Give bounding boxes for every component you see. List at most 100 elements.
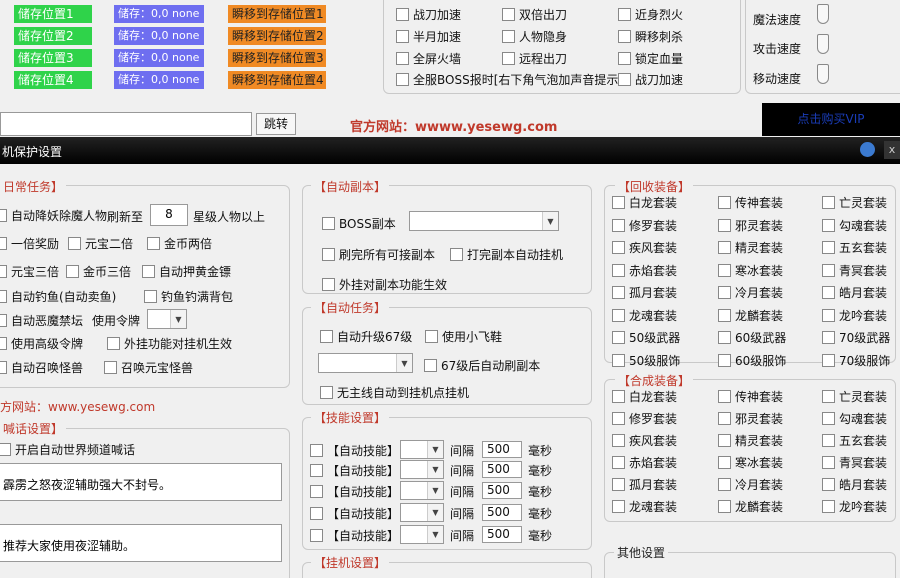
checkbox[interactable]: [502, 8, 515, 21]
yuanbao-double[interactable]: 元宝二倍: [68, 235, 133, 252]
checkbox[interactable]: [718, 308, 731, 322]
checkbox[interactable]: [612, 196, 625, 209]
checkbox[interactable]: [320, 386, 333, 399]
checkbox[interactable]: [718, 412, 731, 425]
equipment-option[interactable]: 龙魂套装: [612, 498, 677, 515]
checkbox[interactable]: [424, 359, 437, 372]
checkbox[interactable]: [822, 390, 835, 403]
equipment-option[interactable]: 邪灵套装: [718, 410, 783, 427]
website-link[interactable]: 方网站：www.yesewg.com: [0, 398, 155, 415]
equipment-option[interactable]: 龙吟套装: [822, 307, 887, 324]
checkbox[interactable]: [612, 241, 625, 254]
option-5[interactable]: 人物隐身: [502, 28, 567, 45]
teleport-button-1[interactable]: 瞬移到存储位置1: [228, 5, 326, 23]
checkbox[interactable]: [68, 237, 81, 250]
shout-message-1[interactable]: 霹雳之怒夜涩辅助强大不封号。: [0, 463, 282, 501]
auto-evil-altar[interactable]: 自动恶魔禁坛: [0, 312, 83, 329]
checkbox[interactable]: [718, 218, 731, 232]
equipment-option[interactable]: 五玄套装: [822, 239, 887, 256]
jump-input[interactable]: [0, 112, 252, 136]
checkbox[interactable]: [0, 314, 7, 327]
option-10[interactable]: 全服BOSS报时[右下角气泡加声音提示]: [396, 71, 623, 88]
equipment-option[interactable]: 70级服饰: [822, 352, 890, 369]
auto-world-shout[interactable]: 开启自动世界频道喊话: [0, 441, 135, 458]
checkbox[interactable]: [310, 507, 323, 520]
equipment-option[interactable]: 龙吟套装: [822, 498, 887, 515]
equipment-option[interactable]: 皓月套装: [822, 476, 887, 493]
equipment-option[interactable]: 冷月套装: [718, 476, 783, 493]
checkbox[interactable]: [618, 30, 631, 43]
checkbox[interactable]: [0, 443, 11, 456]
checkbox[interactable]: [396, 52, 409, 65]
minimize-icon[interactable]: [860, 142, 875, 157]
checkbox[interactable]: [0, 361, 7, 374]
after-67-dungeon[interactable]: 67级后自动刷副本: [424, 357, 540, 374]
equipment-option[interactable]: 疾风套装: [612, 239, 677, 256]
checkbox[interactable]: [322, 217, 335, 230]
checkbox[interactable]: [718, 500, 731, 513]
gold-double[interactable]: 金币两倍: [147, 235, 212, 252]
equipment-option[interactable]: 龙魂套装: [612, 307, 677, 324]
checkbox[interactable]: [822, 331, 835, 344]
teleport-button-2[interactable]: 瞬移到存储位置2: [228, 27, 326, 45]
checkbox[interactable]: [822, 218, 835, 232]
equipment-option[interactable]: 精灵套装: [718, 432, 783, 449]
equipment-option[interactable]: 青冥套装: [822, 262, 887, 279]
dungeon-offline-effect[interactable]: 外挂对副本功能生效: [322, 276, 447, 293]
move-speed-slider[interactable]: [817, 64, 829, 84]
option-4[interactable]: 半月加速: [396, 28, 461, 45]
checkbox[interactable]: [718, 331, 731, 344]
interval-input[interactable]: 500: [482, 504, 522, 521]
checkbox[interactable]: [822, 456, 835, 469]
checkbox[interactable]: [718, 456, 731, 469]
checkbox[interactable]: [822, 412, 835, 425]
checkbox[interactable]: [66, 265, 79, 278]
checkbox[interactable]: [0, 265, 7, 278]
checkbox[interactable]: [718, 434, 731, 447]
equipment-option[interactable]: 冷月套装: [718, 284, 783, 301]
checkbox[interactable]: [822, 196, 835, 209]
checkbox[interactable]: [822, 286, 835, 299]
checkbox[interactable]: [310, 444, 323, 457]
equipment-option[interactable]: 勾魂套装: [822, 217, 887, 234]
checkbox[interactable]: [320, 330, 333, 343]
checkbox[interactable]: [142, 265, 155, 278]
checkbox[interactable]: [718, 196, 731, 209]
option-6[interactable]: 瞬移刺杀: [618, 28, 683, 45]
checkbox[interactable]: [104, 361, 117, 374]
equipment-option[interactable]: 60级武器: [718, 329, 786, 346]
interval-input[interactable]: 500: [482, 526, 522, 543]
equipment-option[interactable]: 传神套装: [718, 194, 783, 211]
auto-hang-after-dungeon[interactable]: 打完副本自动挂机: [450, 246, 563, 263]
option-9[interactable]: 锁定血量: [618, 50, 683, 67]
interval-input[interactable]: 500: [482, 461, 522, 478]
checkbox[interactable]: [612, 500, 625, 513]
interval-input[interactable]: 500: [482, 441, 522, 458]
checkbox[interactable]: [718, 478, 731, 491]
boss-dungeon[interactable]: BOSS副本: [322, 215, 396, 232]
equipment-option[interactable]: 龙麟套装: [718, 307, 783, 324]
checkbox[interactable]: [822, 434, 835, 447]
equipment-option[interactable]: 邪灵套装: [718, 217, 783, 234]
use-high-token[interactable]: 使用高级令牌: [0, 335, 83, 352]
checkbox[interactable]: [612, 331, 625, 344]
equipment-option[interactable]: 传神套装: [718, 388, 783, 405]
equipment-option[interactable]: 修罗套装: [612, 217, 677, 234]
checkbox[interactable]: [718, 263, 731, 277]
attack-speed-slider[interactable]: [817, 34, 829, 54]
checkbox[interactable]: [618, 8, 631, 21]
checkbox[interactable]: [822, 308, 835, 322]
close-icon[interactable]: x: [884, 141, 900, 159]
equipment-option[interactable]: 疾风套装: [612, 432, 677, 449]
checkbox[interactable]: [822, 353, 835, 367]
magic-speed-slider[interactable]: [817, 4, 829, 24]
checkbox[interactable]: [612, 434, 625, 447]
double-reward[interactable]: 一倍奖励: [0, 235, 59, 252]
no-main-hang[interactable]: 无主线自动到挂机点挂机: [320, 384, 469, 401]
equipment-option[interactable]: 赤焰套装: [612, 454, 677, 471]
checkbox[interactable]: [396, 8, 409, 21]
checkbox[interactable]: [0, 209, 7, 222]
auto-kill-demons[interactable]: 自动降妖除魔人物: [0, 207, 107, 224]
checkbox[interactable]: [822, 500, 835, 513]
checkbox[interactable]: [147, 237, 160, 250]
